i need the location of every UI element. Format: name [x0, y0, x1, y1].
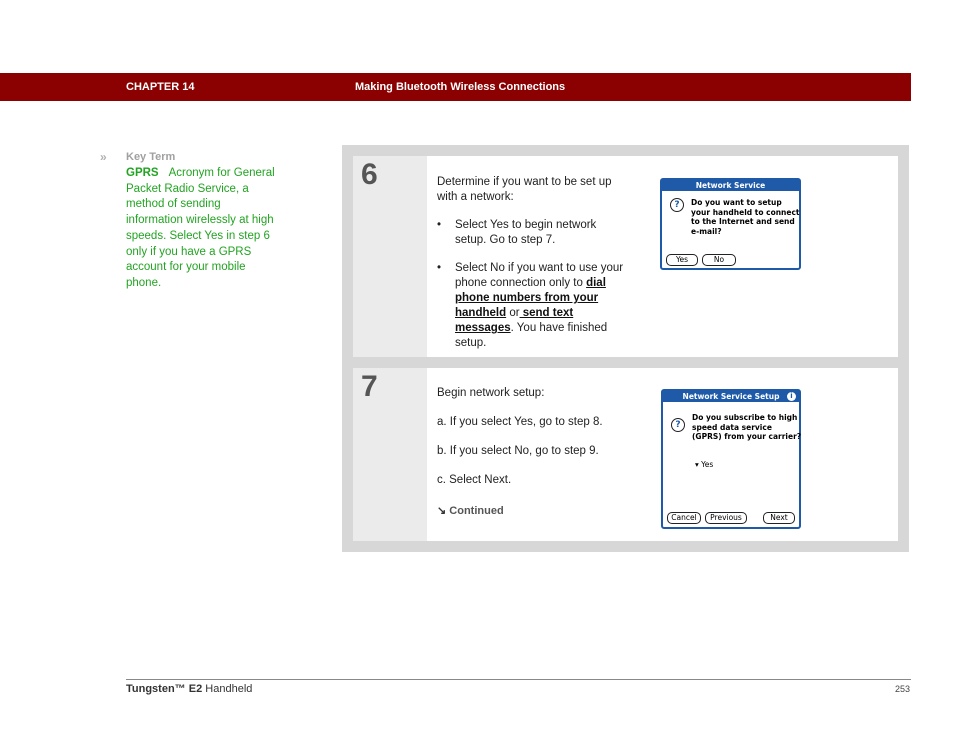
dialog-title: Network Service Setup [682, 392, 780, 401]
dialog-message: Do you subscribe to high speed data serv… [692, 413, 802, 442]
footer-divider [126, 679, 911, 680]
chevron-right-icon: » [100, 150, 107, 164]
question-icon: ? [671, 418, 685, 432]
step-number: 7 [361, 370, 378, 403]
chapter-label: CHAPTER 14 [126, 81, 195, 93]
step-intro: Determine if you want to be set up with … [437, 176, 612, 203]
footer-product: Tungsten™ E2 Handheld [126, 683, 253, 695]
step-6: 6 Determine if you want to be set up wit… [353, 156, 898, 357]
step-intro: Begin network setup: [437, 387, 545, 399]
bullet-icon: • [437, 262, 442, 274]
cancel-button[interactable]: Cancel [667, 512, 701, 524]
page-number: 253 [895, 684, 911, 694]
bullet-icon: • [437, 219, 442, 231]
arrow-down-right-icon: ↘ [437, 505, 447, 517]
key-term-heading: Key Term [126, 151, 176, 163]
info-icon[interactable]: i [787, 392, 796, 401]
key-term-body: GPRS Acronym for General Packet Radio Ser… [126, 166, 276, 292]
chapter-header: CHAPTER 14 Making Bluetooth Wireless Con… [0, 73, 911, 101]
network-service-dialog: Network Service ? Do you want to setup y… [660, 178, 801, 270]
yes-button[interactable]: Yes [666, 254, 698, 266]
step-7-text: Begin network setup: a. If you select Ye… [437, 386, 637, 519]
list-item: a. If you select Yes, go to step 8. [437, 416, 603, 428]
previous-button[interactable]: Previous [705, 512, 747, 524]
step-number: 6 [361, 158, 378, 191]
key-term-definition: Acronym for General Packet Radio Service… [126, 167, 275, 289]
list-item: b. If you select No, go to step 9. [437, 445, 599, 457]
continued-link[interactable]: ↘ Continued [437, 504, 637, 519]
key-term-word: GPRS [126, 167, 159, 179]
no-button[interactable]: No [702, 254, 736, 266]
list-item: c. Select Next. [437, 474, 512, 486]
triangle-down-icon: ▾ [695, 460, 699, 469]
next-button[interactable]: Next [763, 512, 795, 524]
bullet-item: • Select Yes to begin network setup. Go … [437, 219, 597, 246]
dialog-message: Do you want to setup your handheld to co… [691, 198, 800, 236]
question-icon: ? [670, 198, 684, 212]
bullet-item: • Select No if you want to use your phon… [437, 262, 624, 349]
gprs-dropdown[interactable]: ▾ Yes [695, 460, 713, 469]
network-service-setup-dialog: Network Service Setup i ? Do you subscri… [661, 389, 801, 529]
dialog-title: Network Service [662, 180, 799, 191]
chapter-title: Making Bluetooth Wireless Connections [355, 81, 566, 93]
steps-panel: 6 Determine if you want to be set up wit… [342, 145, 909, 552]
step-7: 7 Begin network setup: a. If you select … [353, 368, 898, 541]
step-6-text: Determine if you want to be set up with … [437, 175, 627, 351]
